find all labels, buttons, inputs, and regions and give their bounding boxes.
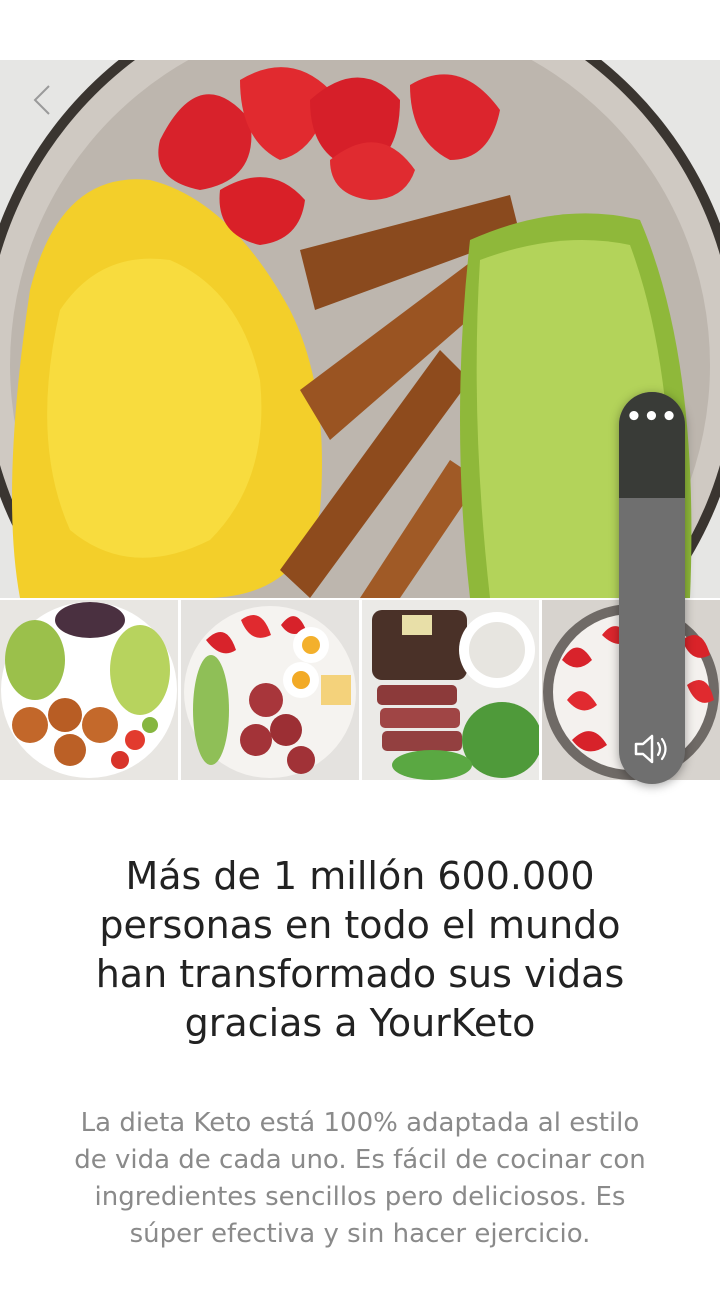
more-options-button[interactable]: •••: [619, 404, 685, 442]
hero-food-image: [0, 60, 720, 598]
thumbnail-salami-platter: [180, 600, 359, 780]
volume-panel[interactable]: •••: [619, 392, 685, 784]
description-text: La dieta Keto está 100% adaptada al esti…: [74, 1108, 646, 1249]
thumbnail-steak-salad: [361, 600, 540, 780]
back-button[interactable]: [22, 80, 62, 120]
speaker-icon: [634, 734, 667, 764]
thumbnail-shrimp-salad: [0, 600, 178, 780]
chevron-left-icon: [33, 85, 50, 115]
headline: Más de 1 millón 600.000 personas en todo…: [95, 854, 625, 1045]
thumbnail-strip: [0, 600, 720, 780]
speaker-button[interactable]: [627, 726, 677, 772]
